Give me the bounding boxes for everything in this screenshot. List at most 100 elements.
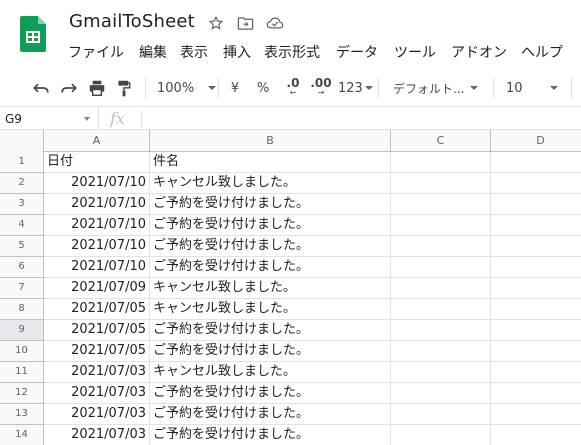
cell-c[interactable] <box>391 278 491 299</box>
sheets-logo-icon[interactable] <box>20 16 46 52</box>
cell-c[interactable] <box>391 383 491 404</box>
menu-addons[interactable]: アドオン <box>451 42 507 64</box>
decrease-decimal-button[interactable]: .0 ← <box>282 77 304 99</box>
cell-a[interactable]: 2021/07/03 <box>44 404 150 425</box>
cell-d[interactable] <box>491 299 581 320</box>
font-family-select[interactable]: デフォルト... <box>393 77 487 99</box>
column-header-d[interactable]: D <box>491 130 581 152</box>
cell-c[interactable] <box>391 173 491 194</box>
cell-d[interactable] <box>491 152 581 173</box>
move-to-folder-icon[interactable] <box>236 14 254 32</box>
row-header[interactable]: 9 <box>0 320 44 341</box>
row-header[interactable]: 12 <box>0 383 44 404</box>
cell-a[interactable]: 日付 <box>44 152 150 173</box>
cell-a[interactable]: 2021/07/05 <box>44 341 150 362</box>
cell-a[interactable]: 2021/07/03 <box>44 425 150 445</box>
menu-help[interactable]: ヘルプ <box>521 42 563 64</box>
row-header[interactable]: 2 <box>0 173 44 194</box>
cell-d[interactable] <box>491 341 581 362</box>
cell-c[interactable] <box>391 362 491 383</box>
cell-d[interactable] <box>491 404 581 425</box>
cell-c[interactable] <box>391 257 491 278</box>
formula-input[interactable] <box>150 108 581 130</box>
cell-a[interactable]: 2021/07/03 <box>44 383 150 404</box>
row-header[interactable]: 10 <box>0 341 44 362</box>
row-header[interactable]: 1 <box>0 152 44 173</box>
column-header-c[interactable]: C <box>391 130 491 152</box>
percent-format-button[interactable]: % <box>254 77 272 99</box>
cell-b[interactable]: キャンセル致しました。 <box>150 278 391 299</box>
cell-b[interactable]: キャンセル致しました。 <box>150 362 391 383</box>
cell-b[interactable]: ご予約を受け付けました。 <box>150 425 391 445</box>
cell-b[interactable]: ご予約を受け付けました。 <box>150 257 391 278</box>
cell-d[interactable] <box>491 362 581 383</box>
cell-c[interactable] <box>391 194 491 215</box>
cell-b[interactable]: 件名 <box>150 152 391 173</box>
menu-insert[interactable]: 挿入 <box>223 42 251 64</box>
menu-file[interactable]: ファイル <box>68 42 124 64</box>
cell-a[interactable]: 2021/07/03 <box>44 362 150 383</box>
paint-format-icon[interactable] <box>114 77 134 99</box>
more-formats-select[interactable]: 123 <box>338 77 373 99</box>
cell-c[interactable] <box>391 341 491 362</box>
cell-a[interactable]: 2021/07/10 <box>44 257 150 278</box>
undo-icon[interactable] <box>30 77 52 99</box>
cell-a[interactable]: 2021/07/10 <box>44 215 150 236</box>
row-header[interactable]: 4 <box>0 215 44 236</box>
cell-b[interactable]: ご予約を受け付けました。 <box>150 215 391 236</box>
menu-data[interactable]: データ <box>336 42 378 64</box>
row-header[interactable]: 11 <box>0 362 44 383</box>
cell-b[interactable]: ご予約を受け付けました。 <box>150 341 391 362</box>
column-header-b[interactable]: B <box>150 130 391 152</box>
cell-a[interactable]: 2021/07/10 <box>44 194 150 215</box>
cell-c[interactable] <box>391 236 491 257</box>
cell-c[interactable] <box>391 299 491 320</box>
currency-format-button[interactable]: ¥ <box>227 77 243 99</box>
cell-d[interactable] <box>491 278 581 299</box>
cell-c[interactable] <box>391 152 491 173</box>
cell-c[interactable] <box>391 425 491 445</box>
font-size-select[interactable]: 10 <box>506 77 566 99</box>
cell-d[interactable] <box>491 257 581 278</box>
cell-c[interactable] <box>391 404 491 425</box>
cell-b[interactable]: ご予約を受け付けました。 <box>150 236 391 257</box>
cell-b[interactable]: ご予約を受け付けました。 <box>150 404 391 425</box>
menu-format[interactable]: 表示形式 <box>264 42 320 64</box>
cloud-status-icon[interactable] <box>266 14 284 32</box>
select-all-corner[interactable] <box>0 130 44 152</box>
cell-d[interactable] <box>491 173 581 194</box>
row-header[interactable]: 14 <box>0 425 44 445</box>
cell-b[interactable]: キャンセル致しました。 <box>150 173 391 194</box>
document-title[interactable]: GmailToSheet <box>69 11 195 32</box>
column-header-a[interactable]: A <box>44 130 150 152</box>
row-header[interactable]: 3 <box>0 194 44 215</box>
redo-icon[interactable] <box>58 77 80 99</box>
cell-a[interactable]: 2021/07/05 <box>44 299 150 320</box>
cell-d[interactable] <box>491 194 581 215</box>
row-header[interactable]: 6 <box>0 257 44 278</box>
cell-a[interactable]: 2021/07/09 <box>44 278 150 299</box>
cell-a[interactable]: 2021/07/05 <box>44 320 150 341</box>
row-header[interactable]: 8 <box>0 299 44 320</box>
cell-d[interactable] <box>491 425 581 445</box>
cell-a[interactable]: 2021/07/10 <box>44 173 150 194</box>
cell-b[interactable]: ご予約を受け付けました。 <box>150 320 391 341</box>
increase-decimal-button[interactable]: .00 → <box>309 77 333 99</box>
cell-d[interactable] <box>491 383 581 404</box>
star-icon[interactable] <box>207 14 225 32</box>
cell-b[interactable]: キャンセル致しました。 <box>150 299 391 320</box>
cell-d[interactable] <box>491 236 581 257</box>
cell-b[interactable]: ご予約を受け付けました。 <box>150 194 391 215</box>
cell-b[interactable]: ご予約を受け付けました。 <box>150 383 391 404</box>
cell-a[interactable]: 2021/07/10 <box>44 236 150 257</box>
menu-tools[interactable]: ツール <box>394 42 436 64</box>
row-header[interactable]: 5 <box>0 236 44 257</box>
row-header[interactable]: 7 <box>0 278 44 299</box>
cell-c[interactable] <box>391 215 491 236</box>
zoom-select[interactable]: 100% <box>157 77 217 99</box>
print-icon[interactable] <box>86 77 108 99</box>
cell-d[interactable] <box>491 215 581 236</box>
cell-c[interactable] <box>391 320 491 341</box>
menu-edit[interactable]: 編集 <box>139 42 167 64</box>
cell-d[interactable] <box>491 320 581 341</box>
